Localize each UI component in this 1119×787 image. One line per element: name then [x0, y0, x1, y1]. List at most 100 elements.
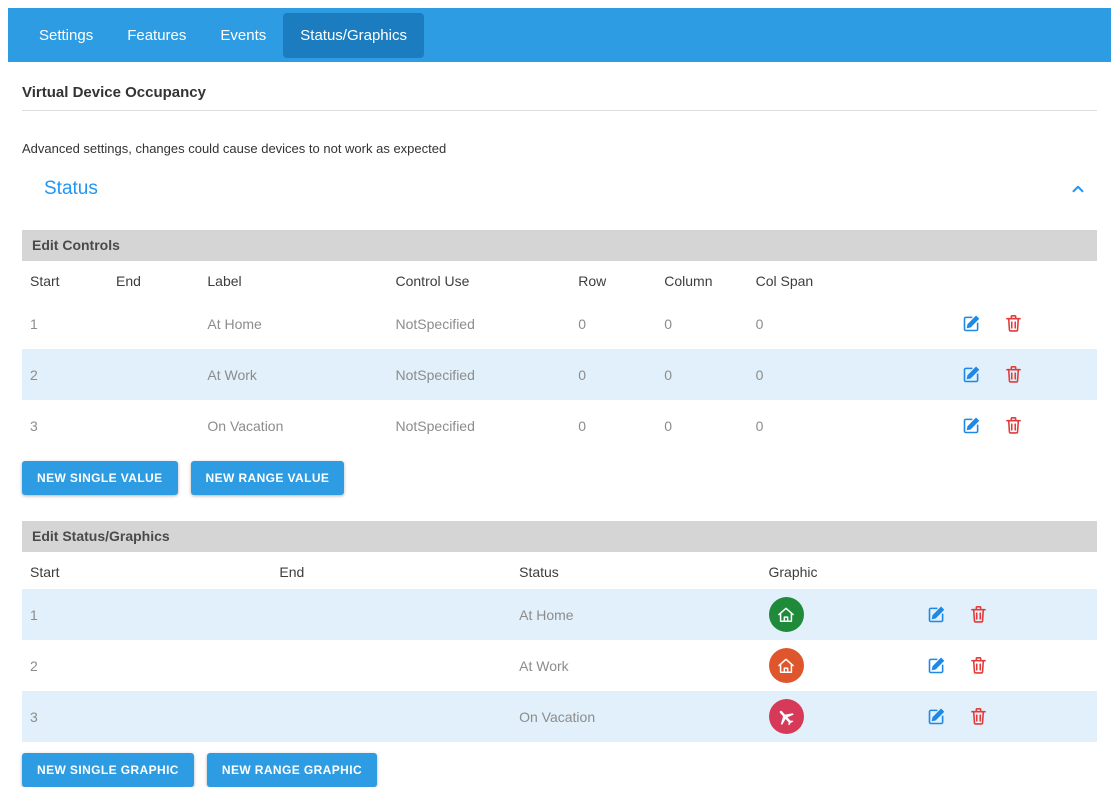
trash-icon: [968, 655, 989, 676]
edit-icon: [926, 604, 947, 625]
tab-status-graphics[interactable]: Status/Graphics: [283, 13, 424, 58]
home-icon: [769, 597, 804, 632]
tab-settings[interactable]: Settings: [22, 13, 110, 58]
cell-end: [108, 400, 199, 451]
trash-icon: [1003, 364, 1024, 385]
trash-icon: [968, 706, 989, 727]
cell-start: 1: [22, 298, 108, 349]
edit-button[interactable]: [960, 363, 983, 386]
controls-table: Start End Label Control Use Row Column C…: [22, 261, 1097, 451]
cell-start: 3: [22, 691, 271, 742]
graphic-row: 1 At Home: [22, 589, 1097, 640]
graphics-header-row: Start End Status Graphic: [22, 552, 1097, 589]
cell-column: 0: [656, 349, 747, 400]
cell-row: 0: [570, 349, 656, 400]
edit-icon: [961, 313, 982, 334]
edit-button[interactable]: [960, 312, 983, 335]
cell-end: [271, 691, 511, 742]
new-range-graphic-button[interactable]: NEW RANGE GRAPHIC: [207, 753, 377, 787]
col-start: Start: [22, 552, 271, 589]
cell-label: On Vacation: [199, 400, 387, 451]
warning-text: Advanced settings, changes could cause d…: [22, 141, 1097, 156]
col-graphic: Graphic: [761, 552, 916, 589]
graphic-row: 2 At Work: [22, 640, 1097, 691]
col-col-span: Col Span: [748, 261, 931, 298]
edit-icon: [926, 655, 947, 676]
delete-button[interactable]: [1002, 414, 1025, 437]
cell-start: 1: [22, 589, 271, 640]
col-label: Label: [199, 261, 387, 298]
cell-status: At Work: [511, 640, 760, 691]
controls-header-row: Start End Label Control Use Row Column C…: [22, 261, 1097, 298]
edit-icon: [961, 364, 982, 385]
cell-start: 2: [22, 349, 108, 400]
cell-row: 0: [570, 400, 656, 451]
control-row: 1 At Home NotSpecified 0 0 0: [22, 298, 1097, 349]
airplane-icon: [769, 699, 804, 734]
new-single-graphic-button[interactable]: NEW SINGLE GRAPHIC: [22, 753, 194, 787]
control-row: 2 At Work NotSpecified 0 0 0: [22, 349, 1097, 400]
status-accordion[interactable]: Status: [22, 174, 1097, 204]
cell-row: 0: [570, 298, 656, 349]
cell-start: 2: [22, 640, 271, 691]
delete-button[interactable]: [967, 654, 990, 677]
delete-button[interactable]: [967, 603, 990, 626]
edit-button[interactable]: [925, 705, 948, 728]
edit-icon: [926, 706, 947, 727]
controls-buttons: NEW SINGLE VALUE NEW RANGE VALUE: [22, 461, 1097, 495]
cell-status: On Vacation: [511, 691, 760, 742]
cell-col-span: 0: [748, 400, 931, 451]
cell-column: 0: [656, 298, 747, 349]
cell-end: [108, 298, 199, 349]
edit-button[interactable]: [925, 654, 948, 677]
col-control-use: Control Use: [388, 261, 571, 298]
cell-control-use: NotSpecified: [388, 298, 571, 349]
col-end: End: [108, 261, 199, 298]
accordion-label: Status: [44, 178, 98, 200]
cell-label: At Home: [199, 298, 387, 349]
cell-status: At Home: [511, 589, 760, 640]
col-start: Start: [22, 261, 108, 298]
cell-end: [108, 349, 199, 400]
col-end: End: [271, 552, 511, 589]
tab-events[interactable]: Events: [203, 13, 283, 58]
edit-status-graphics-header: Edit Status/Graphics: [22, 521, 1097, 552]
trash-icon: [968, 604, 989, 625]
edit-controls-header: Edit Controls: [22, 230, 1097, 261]
cell-end: [271, 589, 511, 640]
cell-control-use: NotSpecified: [388, 400, 571, 451]
page: Settings Features Events Status/Graphics…: [0, 0, 1119, 787]
home-icon: [769, 648, 804, 683]
trash-icon: [1003, 415, 1024, 436]
trash-icon: [1003, 313, 1024, 334]
control-row: 3 On Vacation NotSpecified 0 0 0: [22, 400, 1097, 451]
top-nav: Settings Features Events Status/Graphics: [8, 8, 1111, 62]
cell-col-span: 0: [748, 349, 931, 400]
page-title: Virtual Device Occupancy: [22, 84, 1097, 101]
graphics-table: Start End Status Graphic 1 At Home: [22, 552, 1097, 742]
col-actions: [930, 261, 1097, 298]
delete-button[interactable]: [1002, 312, 1025, 335]
cell-start: 3: [22, 400, 108, 451]
cell-control-use: NotSpecified: [388, 349, 571, 400]
col-row: Row: [570, 261, 656, 298]
edit-button[interactable]: [960, 414, 983, 437]
cell-label: At Work: [199, 349, 387, 400]
new-range-value-button[interactable]: NEW RANGE VALUE: [191, 461, 345, 495]
edit-icon: [961, 415, 982, 436]
graphic-row: 3 On Vacation: [22, 691, 1097, 742]
cell-column: 0: [656, 400, 747, 451]
new-single-value-button[interactable]: NEW SINGLE VALUE: [22, 461, 178, 495]
cell-col-span: 0: [748, 298, 931, 349]
delete-button[interactable]: [967, 705, 990, 728]
delete-button[interactable]: [1002, 363, 1025, 386]
col-status: Status: [511, 552, 760, 589]
col-column: Column: [656, 261, 747, 298]
col-actions: [915, 552, 1097, 589]
edit-status-graphics-section: Edit Status/Graphics Start End Status Gr…: [22, 521, 1097, 787]
main-content: Virtual Device Occupancy Advanced settin…: [8, 84, 1111, 787]
cell-end: [271, 640, 511, 691]
tab-features[interactable]: Features: [110, 13, 203, 58]
graphics-buttons: NEW SINGLE GRAPHIC NEW RANGE GRAPHIC: [22, 753, 1097, 787]
edit-button[interactable]: [925, 603, 948, 626]
